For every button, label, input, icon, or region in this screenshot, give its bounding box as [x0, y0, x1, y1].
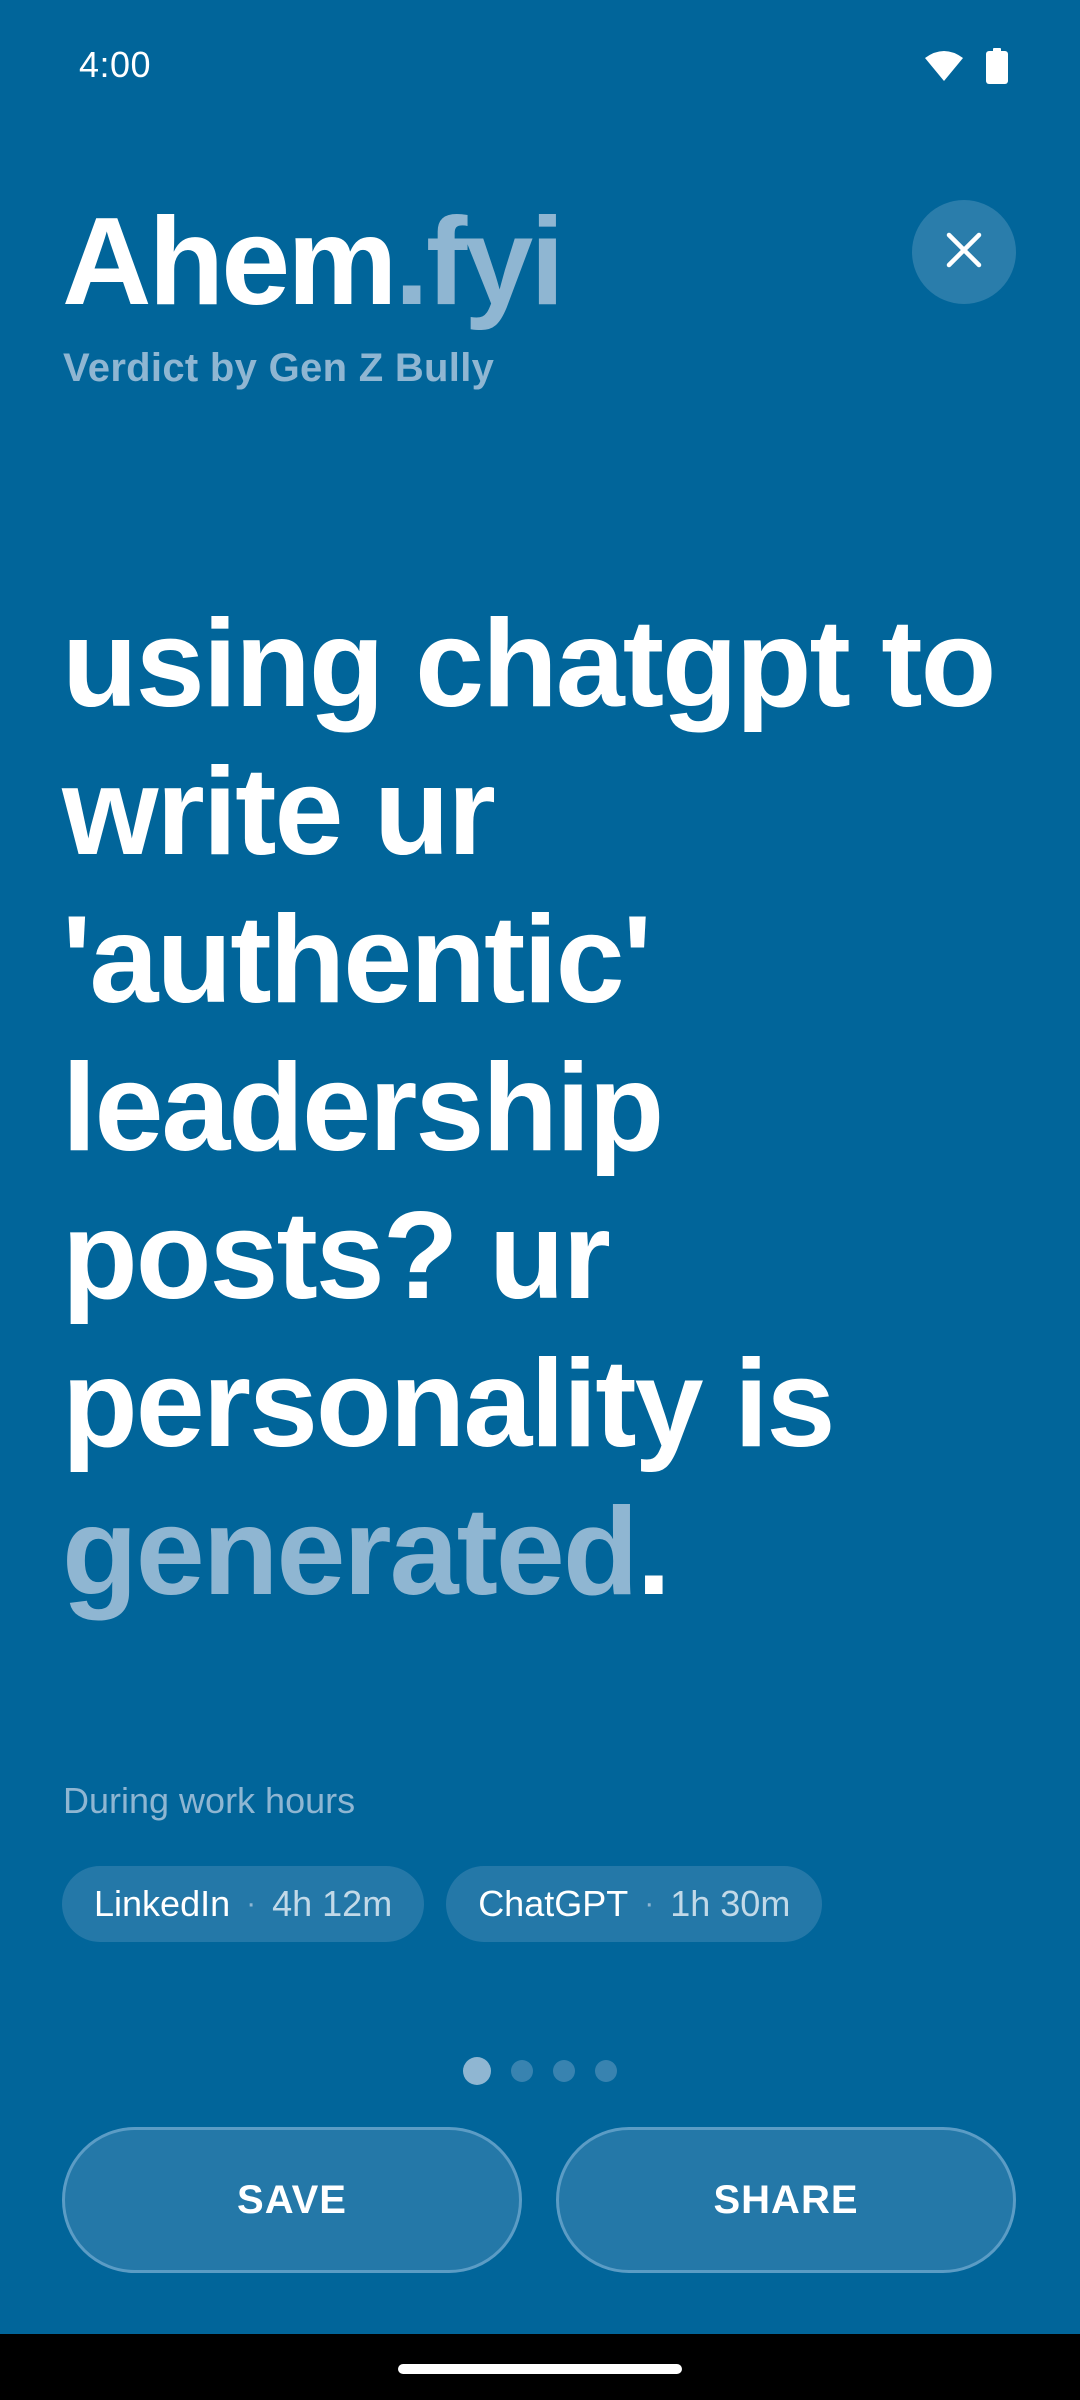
chip-time: 1h 30m — [670, 1883, 791, 1924]
close-icon — [944, 230, 984, 275]
status-time: 4:00 — [79, 44, 152, 85]
pager-dot-3[interactable] — [553, 2060, 575, 2082]
brand-accent: .fyi — [394, 193, 565, 331]
usage-label: During work hours — [63, 1780, 356, 1821]
chip-app-name: LinkedIn — [94, 1883, 231, 1924]
wifi-icon — [924, 50, 964, 82]
share-button[interactable]: SHARE — [556, 2127, 1016, 2273]
save-button[interactable]: SAVE — [62, 2127, 522, 2273]
verdict-accent-word: generated — [62, 1483, 639, 1621]
chip-separator: · — [644, 1887, 655, 1920]
battery-icon — [986, 48, 1008, 84]
usage-chip-chatgpt: ChatGPT · 1h 30m — [446, 1866, 823, 1942]
pager-dot-1[interactable] — [463, 2057, 491, 2085]
close-button[interactable] — [912, 200, 1016, 304]
brand-main: Ahem — [62, 193, 398, 331]
pager-dots — [0, 2057, 1080, 2085]
usage-chips: LinkedIn · 4h 12m ChatGPT · 1h 30m — [62, 1866, 823, 1942]
verdict-body: using chatgpt to write ur 'authentic' le… — [62, 595, 996, 1473]
home-gesture-handle[interactable] — [398, 2364, 682, 2374]
chip-app-name: ChatGPT — [478, 1883, 629, 1924]
pager-dot-2[interactable] — [511, 2060, 533, 2082]
chip-time: 4h 12m — [272, 1883, 393, 1924]
status-icons — [924, 48, 1008, 84]
brand-logo: Ahem.fyi — [62, 200, 565, 324]
verdict-subtitle: Verdict by Gen Z Bully — [63, 346, 495, 390]
pager-dot-4[interactable] — [595, 2060, 617, 2082]
verdict-screen: 4:00 Ahem.fyi Verdict by Gen Z Bully usi… — [0, 0, 1080, 2334]
chip-separator: · — [246, 1887, 257, 1920]
verdict-text: using chatgpt to write ur 'authentic' le… — [62, 590, 1022, 1626]
usage-chip-linkedin: LinkedIn · 4h 12m — [62, 1866, 425, 1942]
navigation-bar — [0, 2334, 1080, 2400]
verdict-ending: . — [636, 1483, 671, 1621]
